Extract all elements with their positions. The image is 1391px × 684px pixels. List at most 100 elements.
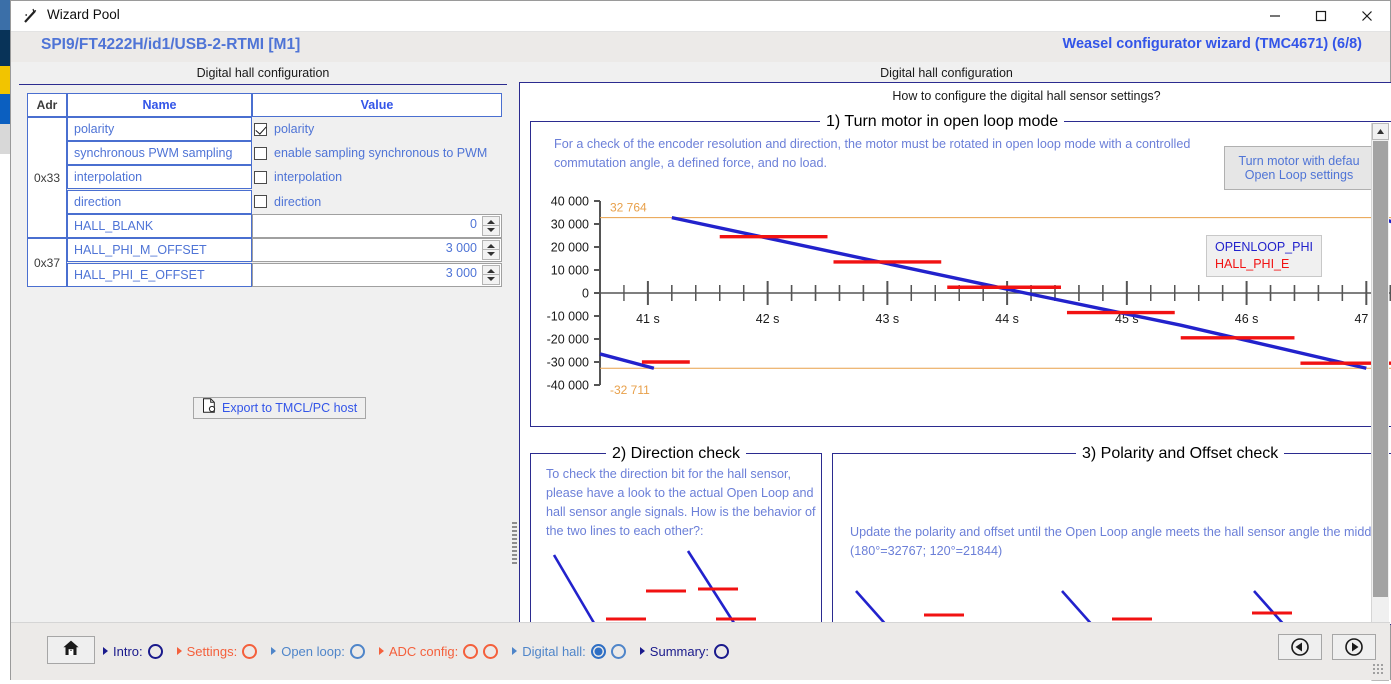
turn-motor-button[interactable]: Turn motor with defau Open Loop settings [1224, 146, 1374, 190]
param-name[interactable]: direction [67, 189, 252, 214]
scrollbar-thumb[interactable] [1373, 141, 1388, 597]
checkbox-row-polarity[interactable]: polarity [252, 117, 502, 141]
limit-line-label: 32 764 [610, 201, 647, 215]
section-3-text: Update the polarity and offset until the… [850, 525, 1385, 558]
column-header-name: Name [67, 93, 252, 117]
spinner-arrows[interactable] [482, 264, 500, 285]
spinner-arrows[interactable] [482, 215, 500, 236]
x-tick-label: 43 s [876, 312, 900, 326]
column-header-adr: Adr [27, 93, 67, 117]
table-row: 0x37 HALL_PHI_M_OFFSET 3 000 [27, 238, 502, 287]
splitter-grip[interactable] [512, 522, 517, 566]
wizard-step-digitalhall[interactable]: Digital hall: [512, 643, 626, 659]
spinner-hall-phi-m-offset[interactable]: 3 000 [252, 238, 502, 263]
param-name[interactable]: synchronous PWM sampling [67, 141, 252, 166]
checkbox-label: interpolation [274, 170, 343, 185]
param-name[interactable]: HALL_PHI_E_OFFSET [67, 262, 252, 287]
y-tick-label: 40 000 [551, 195, 589, 209]
close-button[interactable] [1344, 1, 1390, 31]
step-label: Settings: [186, 643, 238, 659]
previous-button[interactable] [1278, 634, 1322, 660]
step-label: Open loop: [281, 643, 345, 659]
wizard-step-intro[interactable]: Intro: [103, 643, 163, 659]
y-tick-label: -40 000 [547, 379, 589, 393]
y-tick-label: 30 000 [551, 218, 589, 232]
y-tick-label: 20 000 [551, 241, 589, 255]
spinner-value: 3 000 [445, 265, 477, 280]
right-help-panel: Digital hall configuration How to config… [519, 62, 1391, 627]
title-bar: Wizard Pool [11, 1, 1390, 32]
param-name[interactable]: polarity [67, 117, 252, 142]
previous-arrow-icon [1291, 638, 1309, 656]
y-tick-label: 0 [582, 287, 589, 301]
checkbox-row-pwm-sampling[interactable]: enable sampling synchronous to PWM [252, 141, 502, 165]
turn-motor-line1: Turn motor with defau [1238, 154, 1360, 168]
wizard-step-openloop[interactable]: Open loop: [271, 643, 365, 659]
address-cell: 0x33 [27, 117, 67, 238]
step-indicator[interactable] [483, 643, 499, 659]
wizard-step-adcconfig[interactable]: ADC config: [378, 643, 499, 659]
table-row: 0x33 polarity polarity [27, 117, 502, 238]
step-indicator[interactable] [590, 643, 606, 659]
header-band: SPI9/FT4222H/id1/USB-2-RTMI [M1] Weasel … [11, 32, 1390, 62]
step-indicator[interactable] [463, 643, 479, 659]
checkbox-row-interpolation[interactable]: interpolation [252, 165, 502, 189]
checkbox-label: polarity [274, 122, 315, 137]
checkbox-pwm-sampling[interactable] [254, 146, 267, 160]
wizard-steps: Intro: Settings: Open loop: ADC config: Digi… [103, 637, 743, 665]
next-arrow-icon [1345, 638, 1363, 656]
step-arrow-icon [512, 647, 518, 655]
param-name[interactable]: HALL_PHI_M_OFFSET [67, 238, 252, 263]
help-content-box: How to configure the digital hall sensor… [519, 82, 1391, 627]
config-table: Adr Name Value 0x33 polarity polarity sy… [27, 93, 502, 287]
step-arrow-icon [639, 647, 645, 655]
column-header-value: Value [252, 93, 502, 117]
step-indicator[interactable] [349, 643, 365, 659]
polarity-offset-diagram [855, 590, 1292, 627]
wizard-step-settings[interactable]: Settings: [176, 643, 258, 659]
scroll-up-icon[interactable] [1372, 123, 1389, 140]
help-question: How to configure the digital hall sensor… [892, 89, 1161, 103]
checkbox-interpolation[interactable] [254, 170, 267, 184]
spinner-value: 3 000 [445, 241, 477, 256]
step-arrow-icon [176, 647, 182, 655]
spinner-hall-blank[interactable]: 0 [252, 213, 502, 238]
section-1-text: For a check of the encoder resolution an… [554, 137, 1191, 170]
checkbox-label: direction [274, 194, 322, 209]
panel-splitter[interactable] [511, 62, 519, 623]
resize-grip[interactable] [1372, 663, 1384, 675]
param-name[interactable]: HALL_BLANK [67, 213, 252, 238]
table-row: HALL_BLANK 0 [27, 213, 502, 238]
wizard-wand-icon [23, 8, 39, 24]
checkbox-row-direction[interactable]: direction [252, 190, 502, 214]
checkbox-polarity[interactable] [254, 122, 267, 136]
step-label: ADC config: [388, 643, 459, 659]
open-loop-chart: 40 000 30 000 20 000 10 000 0 -10 000 -20 000 -… [538, 193, 1391, 403]
spinner-arrows[interactable] [482, 240, 500, 261]
y-tick-label: -10 000 [547, 310, 589, 324]
next-button[interactable] [1332, 634, 1376, 660]
maximize-button[interactable] [1298, 1, 1344, 31]
x-tick-label: 42 s [756, 312, 780, 326]
left-group-title: Digital hall configuration [196, 66, 330, 80]
left-group-divider [19, 84, 507, 85]
vertical-scrollbar[interactable] [1371, 123, 1389, 681]
home-button[interactable] [47, 636, 95, 664]
param-name[interactable]: interpolation [67, 165, 252, 190]
wizard-step-summary[interactable]: Summary: [639, 643, 730, 659]
table-row: synchronous PWM sampling enable sampling… [27, 141, 502, 166]
checkbox-direction[interactable] [254, 195, 267, 209]
step-indicator[interactable] [610, 643, 626, 659]
export-file-icon [202, 398, 216, 418]
spinner-hall-phi-e-offset[interactable]: 3 000 [252, 262, 502, 287]
window-title: Wizard Pool [47, 7, 120, 22]
export-button[interactable]: Export to TMCL/PC host [193, 397, 367, 419]
minimize-button[interactable] [1252, 1, 1298, 31]
export-button-label: Export to TMCL/PC host [222, 401, 358, 415]
x-tick-label: 41 s [636, 312, 660, 326]
step-label: Intro: [113, 643, 143, 659]
y-tick-label: -20 000 [547, 333, 589, 347]
step-indicator[interactable] [714, 643, 730, 659]
step-indicator[interactable] [147, 643, 163, 659]
step-indicator[interactable] [242, 643, 258, 659]
